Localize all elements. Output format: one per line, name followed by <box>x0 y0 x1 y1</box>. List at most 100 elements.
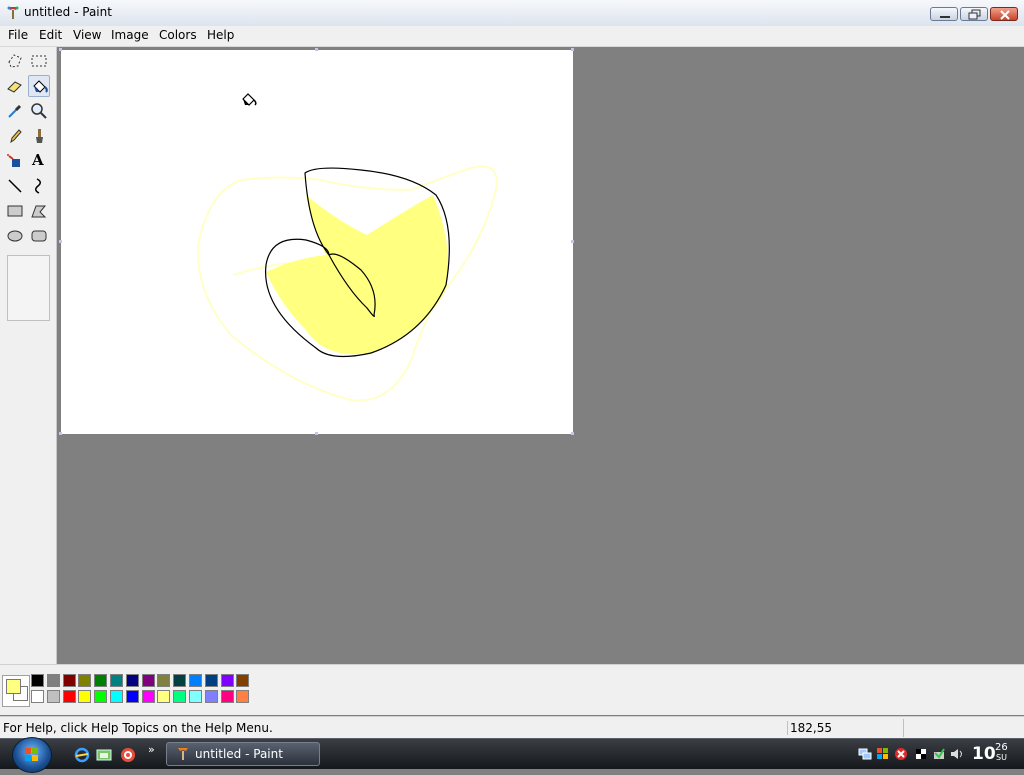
palette-swatch[interactable] <box>173 690 186 703</box>
tool-free-form-select[interactable] <box>4 50 26 72</box>
eyedropper-icon <box>8 104 22 118</box>
canvas-workspace <box>57 47 1024 664</box>
pencil-icon <box>10 129 22 144</box>
windows-update-icon[interactable] <box>876 747 890 761</box>
status-size-pane <box>903 719 1024 737</box>
status-bar: For Help, click Help Topics on the Help … <box>0 716 1024 739</box>
resize-handle[interactable] <box>571 240 574 243</box>
palette-swatch[interactable] <box>221 690 234 703</box>
tool-brush[interactable] <box>28 125 50 147</box>
status-help-text: For Help, click Help Topics on the Help … <box>3 721 273 735</box>
magnifier-icon <box>31 103 47 119</box>
yellow-fill-region <box>266 195 449 355</box>
tool-line[interactable] <box>4 175 26 197</box>
drawing-canvas[interactable] <box>59 48 574 435</box>
checkered-tray-icon[interactable] <box>914 747 928 761</box>
text-icon: A <box>32 151 44 169</box>
tool-options-panel[interactable] <box>7 255 50 321</box>
palette-swatch[interactable] <box>157 674 170 687</box>
menu-help[interactable]: Help <box>204 28 237 42</box>
minimize-icon <box>940 16 950 18</box>
quick-launch-chevron[interactable]: » <box>148 743 155 756</box>
palette-swatch[interactable] <box>47 674 60 687</box>
tool-select[interactable] <box>28 50 50 72</box>
clock-minute: 26 <box>995 742 1008 753</box>
eraser-icon <box>7 81 22 93</box>
media-player-icon[interactable] <box>120 747 136 763</box>
palette-swatch[interactable] <box>142 674 155 687</box>
palette-swatch[interactable] <box>94 674 107 687</box>
tool-fill-with-color[interactable] <box>28 75 50 97</box>
tool-polygon[interactable] <box>28 200 50 222</box>
tool-magnifier[interactable] <box>28 100 50 122</box>
paint-app-icon[interactable] <box>5 5 21 21</box>
internet-explorer-icon[interactable] <box>74 747 90 763</box>
palette-swatch[interactable] <box>31 690 44 703</box>
resize-handle[interactable] <box>59 48 62 51</box>
palette-swatch[interactable] <box>142 690 155 703</box>
windows-logo-icon <box>25 748 38 761</box>
palette-swatch[interactable] <box>205 674 218 687</box>
palette-swatch[interactable] <box>205 690 218 703</box>
palette-swatch[interactable] <box>94 690 107 703</box>
clock-hour[interactable]: 10 <box>972 744 996 764</box>
rounded-rectangle-icon <box>31 230 47 242</box>
safely-remove-icon[interactable] <box>932 747 946 761</box>
close-icon <box>1000 10 1010 20</box>
close-button[interactable] <box>990 7 1018 21</box>
tool-ellipse[interactable] <box>4 225 26 247</box>
rectangle-icon <box>7 205 23 217</box>
tool-curve[interactable] <box>28 175 50 197</box>
palette-swatch[interactable] <box>236 674 249 687</box>
polygon-icon <box>31 205 47 218</box>
resize-handle[interactable] <box>571 48 574 51</box>
palette-swatch[interactable] <box>189 690 202 703</box>
menu-edit[interactable]: Edit <box>36 28 65 42</box>
palette-swatch[interactable] <box>63 674 76 687</box>
tool-eraser[interactable] <box>4 75 26 97</box>
palette-swatch[interactable] <box>78 674 91 687</box>
menu-colors[interactable]: Colors <box>156 28 200 42</box>
palette-swatch[interactable] <box>110 690 123 703</box>
resize-handle[interactable] <box>59 240 62 243</box>
security-alert-icon[interactable] <box>894 747 908 761</box>
resize-handle[interactable] <box>571 432 574 435</box>
menu-bar: File Edit View Image Colors Help <box>0 26 1024 47</box>
palette-swatch[interactable] <box>157 690 170 703</box>
show-desktop-icon[interactable] <box>96 747 112 763</box>
minimize-button[interactable] <box>930 7 958 21</box>
taskbar-item-paint[interactable]: untitled - Paint <box>166 742 320 766</box>
tool-pencil[interactable] <box>4 125 26 147</box>
palette-swatch[interactable] <box>126 674 139 687</box>
palette-swatch[interactable] <box>173 674 186 687</box>
palette-swatch[interactable] <box>189 674 202 687</box>
title-bar[interactable]: untitled - Paint <box>0 0 1024 27</box>
palette-swatch[interactable] <box>221 674 234 687</box>
brush-icon <box>36 129 43 143</box>
resize-handle[interactable] <box>59 432 62 435</box>
palette-swatch[interactable] <box>236 690 249 703</box>
menu-view[interactable]: View <box>70 28 104 42</box>
restore-button[interactable] <box>960 7 988 21</box>
network-icon[interactable] <box>858 747 872 761</box>
palette-swatch[interactable] <box>63 690 76 703</box>
ellipse-icon <box>7 230 23 242</box>
canvas-drawing <box>197 93 498 402</box>
paint-app-icon <box>178 748 188 760</box>
tool-airbrush[interactable] <box>4 150 26 172</box>
resize-handle[interactable] <box>315 48 318 51</box>
palette-swatch[interactable] <box>126 690 139 703</box>
menu-file[interactable]: File <box>5 28 31 42</box>
palette-swatch[interactable] <box>78 690 91 703</box>
palette-swatch[interactable] <box>31 674 44 687</box>
curve-icon <box>35 178 41 194</box>
menu-image[interactable]: Image <box>108 28 152 42</box>
resize-handle[interactable] <box>315 432 318 435</box>
palette-swatch[interactable] <box>110 674 123 687</box>
volume-icon[interactable] <box>950 747 964 761</box>
tool-rounded-rectangle[interactable] <box>28 225 50 247</box>
tool-pick-color[interactable] <box>4 100 26 122</box>
palette-swatch[interactable] <box>47 690 60 703</box>
tool-rectangle[interactable] <box>4 200 26 222</box>
tool-text[interactable]: A <box>28 150 50 172</box>
